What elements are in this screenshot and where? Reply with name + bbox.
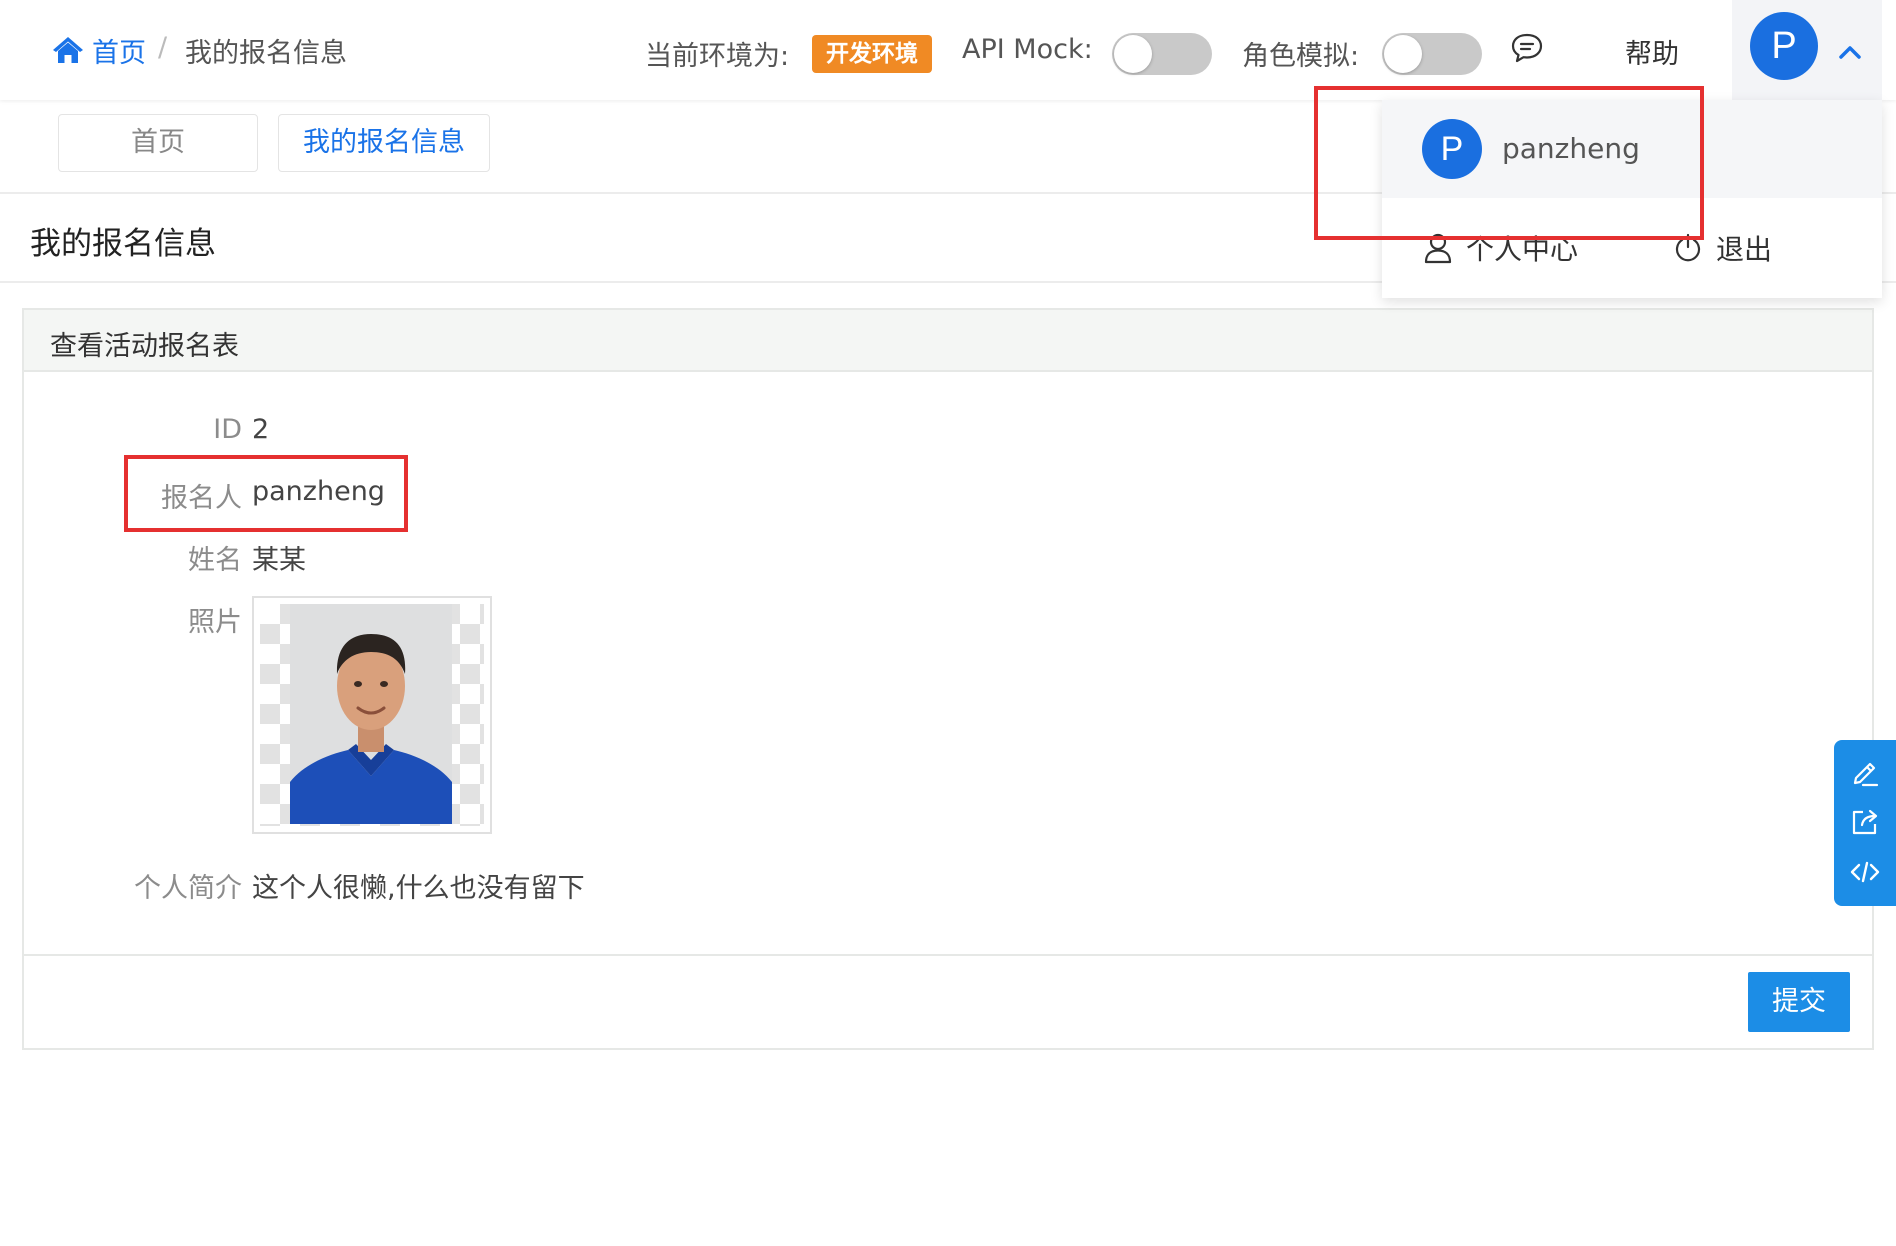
field-value-registrant: panzheng <box>252 476 385 507</box>
env-badge: 开发环境 <box>812 35 932 73</box>
breadcrumb-home[interactable]: 首页 <box>52 32 146 69</box>
breadcrumb-current: 我的报名信息 <box>185 38 347 69</box>
chevron-up-icon <box>1839 46 1861 59</box>
env-label: 当前环境为: <box>645 41 790 72</box>
profile-menu-label: 个人中心 <box>1466 233 1579 266</box>
user-icon <box>1424 233 1452 264</box>
tab-home[interactable]: 首页 <box>58 114 258 172</box>
field-value-bio: 这个人很懒,什么也没有留下 <box>252 873 585 904</box>
edit-icon[interactable] <box>1849 756 1881 788</box>
card-header: 查看活动报名表 <box>24 310 1872 372</box>
registration-form-card: 查看活动报名表 ID 2 报名人 panzheng 姓名 某某 照片 个人简介 … <box>22 308 1874 1050</box>
field-value-id: 2 <box>252 414 270 445</box>
card-title: 查看活动报名表 <box>50 331 239 362</box>
field-value-name: 某某 <box>252 545 306 576</box>
toggle-knob <box>1114 35 1152 73</box>
field-label-registrant: 报名人 <box>161 483 242 514</box>
floating-toolbar <box>1834 740 1896 906</box>
help-link[interactable]: 帮助 <box>1625 32 1679 71</box>
user-dropdown-menu: P panzheng 个人中心 退出 <box>1382 100 1882 298</box>
page-title: 我的报名信息 <box>30 226 216 262</box>
logout-menu-item[interactable]: 退出 <box>1672 228 1772 268</box>
api-mock-label: API Mock: <box>962 34 1093 65</box>
photo-transparency-background <box>260 604 484 826</box>
top-header: 首页 / 我的报名信息 当前环境为: 开发环境 API Mock: 角色模拟: … <box>0 0 1896 100</box>
submit-button[interactable]: 提交 <box>1748 972 1850 1032</box>
portrait-image <box>290 604 452 824</box>
power-icon <box>1675 233 1701 262</box>
share-icon[interactable] <box>1849 806 1881 838</box>
avatar: P <box>1422 119 1482 179</box>
field-label-bio: 个人简介 <box>134 873 242 904</box>
divider <box>24 954 1872 956</box>
toggle-knob <box>1384 35 1422 73</box>
field-label-name: 姓名 <box>188 545 242 576</box>
profile-menu-item[interactable]: 个人中心 <box>1422 228 1578 268</box>
breadcrumb-home-label: 首页 <box>92 37 146 69</box>
dropdown-user-info[interactable]: P panzheng <box>1382 100 1882 198</box>
field-label-photo: 照片 <box>188 607 242 638</box>
role-sim-label: 角色模拟: <box>1242 41 1360 72</box>
tab-my-registration[interactable]: 我的报名信息 <box>278 114 490 172</box>
code-icon[interactable] <box>1849 856 1881 888</box>
user-menu-trigger[interactable]: P <box>1732 0 1882 100</box>
photo-thumbnail[interactable] <box>252 596 492 834</box>
role-sim-toggle[interactable] <box>1382 33 1482 75</box>
breadcrumb-separator: / <box>158 32 168 63</box>
home-icon <box>53 37 83 63</box>
chat-icon[interactable] <box>1510 32 1544 64</box>
field-label-id: ID <box>213 414 242 445</box>
dropdown-username: panzheng <box>1502 132 1640 165</box>
logout-menu-label: 退出 <box>1716 233 1773 266</box>
api-mock-toggle[interactable] <box>1112 33 1212 75</box>
avatar: P <box>1750 12 1818 80</box>
